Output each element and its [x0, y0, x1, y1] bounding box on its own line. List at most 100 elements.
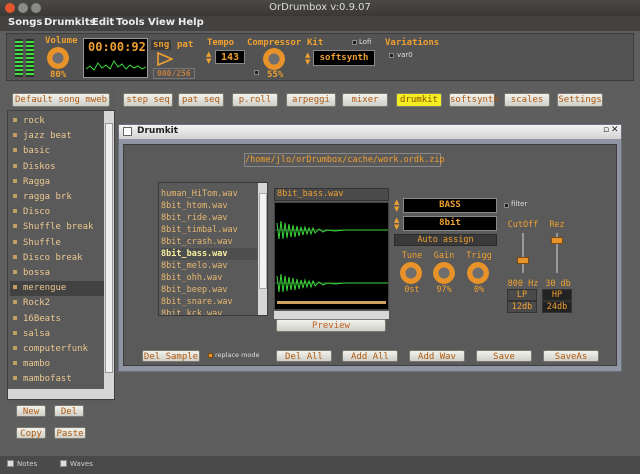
- menu-view[interactable]: View: [148, 17, 175, 28]
- song-list-item[interactable]: bossa: [10, 266, 106, 281]
- song-list-item[interactable]: basic: [10, 144, 106, 159]
- trigg-knob[interactable]: [467, 262, 489, 284]
- delete-all-button[interactable]: Del All: [276, 350, 332, 362]
- preview-button[interactable]: Preview: [276, 319, 386, 332]
- tab-softsynth[interactable]: softsynth: [449, 93, 499, 107]
- tab-scales[interactable]: scales: [504, 93, 550, 107]
- song-list-item[interactable]: Rock2: [10, 296, 106, 311]
- hp-toggle[interactable]: HP: [542, 289, 572, 301]
- song-list-hscrollbar[interactable]: [8, 389, 104, 399]
- compressor-knob[interactable]: [263, 48, 285, 70]
- tune-knob[interactable]: [400, 262, 422, 284]
- tab-settings[interactable]: Settings: [557, 93, 603, 107]
- song-list-scrollbar[interactable]: [104, 111, 114, 399]
- compressor-checkbox[interactable]: [254, 70, 259, 75]
- volume-knob[interactable]: [47, 47, 69, 69]
- lofi-checkbox[interactable]: [352, 40, 357, 45]
- song-list-item[interactable]: Shuffle: [10, 236, 106, 251]
- tempo-value[interactable]: 143: [215, 50, 245, 64]
- rez-slider[interactable]: [551, 237, 563, 244]
- song-list-item[interactable]: jazz beat: [10, 129, 106, 144]
- song-list[interactable]: rock jazz beat basic Diskos Ragga ragga brk Di…: [7, 110, 115, 400]
- song-list-item[interactable]: 16Beats: [10, 312, 106, 327]
- tab-mixer[interactable]: mixer: [342, 93, 388, 107]
- song-mode-toggle[interactable]: sng: [151, 40, 172, 50]
- tab-pat-seq[interactable]: pat seq: [178, 93, 224, 107]
- instrument-spinner[interactable]: ▲ ▼: [394, 199, 402, 213]
- song-list-item[interactable]: rock: [10, 114, 106, 129]
- play-icon[interactable]: [157, 52, 173, 66]
- waveform-display[interactable]: [274, 202, 389, 310]
- song-list-item[interactable]: salsa: [10, 327, 106, 342]
- tab-drumkit[interactable]: drumkit: [396, 93, 442, 107]
- song-list-item[interactable]: Disco break: [10, 251, 106, 266]
- sample-list-item[interactable]: 8bit_timbal.wav: [161, 224, 257, 236]
- delete-song-button[interactable]: Del: [54, 405, 84, 417]
- sample-list-item[interactable]: 8bit_beep.wav: [161, 284, 257, 296]
- auto-assign-button[interactable]: Auto assign: [394, 234, 497, 246]
- replace-mode-checkbox[interactable]: [208, 353, 213, 358]
- kit-value[interactable]: softsynth: [313, 50, 375, 66]
- menu-help[interactable]: Help: [178, 17, 204, 28]
- sample-list-item[interactable]: 8bit_kck.wav: [161, 308, 257, 315]
- save-as-button[interactable]: SaveAs: [543, 350, 599, 362]
- menu-songs[interactable]: Songs: [8, 17, 42, 28]
- menu-drumkits[interactable]: Drumkits: [44, 17, 96, 28]
- sample-list-item[interactable]: 8bit_ohh.wav: [161, 272, 257, 284]
- gain-label: Gain: [433, 251, 455, 261]
- restore-icon[interactable]: ▫: [603, 125, 609, 135]
- sample-scroll-thumb[interactable]: [259, 193, 267, 289]
- sample-list-item[interactable]: human_HiTom.wav: [161, 188, 257, 200]
- pattern-mode-toggle[interactable]: pat: [177, 40, 193, 50]
- wave-hscrollbar[interactable]: [274, 311, 389, 319]
- variation-checkbox[interactable]: [389, 53, 394, 58]
- instrument-name[interactable]: BASS: [403, 198, 497, 213]
- cutoff-slider[interactable]: [517, 257, 529, 264]
- lp-toggle[interactable]: LP: [507, 289, 537, 301]
- sample-list-scrollbar[interactable]: [258, 183, 267, 315]
- close-window-icon[interactable]: ✕: [611, 125, 619, 135]
- slope-24db-toggle[interactable]: 24db: [542, 301, 572, 313]
- filter-checkbox[interactable]: [504, 203, 509, 208]
- kit-spinner[interactable]: ▲ ▼: [305, 52, 313, 66]
- sample-list-item[interactable]: 8bit_melo.wav: [161, 260, 257, 272]
- song-list-item[interactable]: mambo: [10, 357, 106, 372]
- copy-song-button[interactable]: Copy: [16, 427, 46, 439]
- menu-edit[interactable]: Edit: [92, 17, 114, 28]
- song-list-item[interactable]: ragga brk: [10, 190, 106, 205]
- add-wav-button[interactable]: Add Wav: [409, 350, 465, 362]
- tempo-spinner[interactable]: ▲ ▼: [206, 51, 214, 65]
- tempo-label: Tempo: [207, 38, 235, 48]
- sample-list-item[interactable]: 8bit_bass.wav: [161, 248, 257, 260]
- song-list-item[interactable]: Diskos: [10, 160, 106, 175]
- song-list-item[interactable]: computerfunk: [10, 342, 106, 357]
- song-list-item[interactable]: mambofast: [10, 372, 106, 387]
- group-name[interactable]: 8bit: [403, 216, 497, 231]
- save-button[interactable]: Save: [476, 350, 532, 362]
- tab-p-roll[interactable]: p.roll: [232, 93, 278, 107]
- song-header-button[interactable]: Default song mweb: [12, 93, 110, 107]
- song-list-item[interactable]: Disco: [10, 205, 106, 220]
- group-spinner[interactable]: ▲ ▼: [394, 217, 402, 231]
- paste-song-button[interactable]: Paste: [54, 427, 86, 439]
- song-list-item[interactable]: merengue: [10, 281, 106, 297]
- slope-12db-toggle[interactable]: 12db: [507, 301, 537, 313]
- tab-step-seq[interactable]: step seq: [123, 93, 173, 107]
- new-song-button[interactable]: New: [16, 405, 46, 417]
- add-all-button[interactable]: Add All: [342, 350, 398, 362]
- scroll-thumb[interactable]: [105, 123, 113, 373]
- sample-list[interactable]: human_HiTom.wav 8bit_htom.wav 8bit_ride.wa…: [158, 182, 268, 316]
- waves-checkbox[interactable]: [60, 460, 67, 467]
- song-list-item[interactable]: Shuffle break: [10, 220, 106, 235]
- compressor-label: Compressor: [247, 38, 302, 48]
- delete-sample-button[interactable]: Del Sample: [142, 350, 200, 362]
- sample-list-item[interactable]: 8bit_crash.wav: [161, 236, 257, 248]
- sample-list-item[interactable]: 8bit_ride.wav: [161, 212, 257, 224]
- tab-arpeggi[interactable]: arpeggi: [286, 93, 336, 107]
- song-list-item[interactable]: Ragga: [10, 175, 106, 190]
- sample-list-item[interactable]: 8bit_snare.wav: [161, 296, 257, 308]
- sample-list-item[interactable]: 8bit_htom.wav: [161, 200, 257, 212]
- notes-checkbox[interactable]: [7, 460, 14, 467]
- gain-knob[interactable]: [433, 262, 455, 284]
- menu-tools[interactable]: Tools: [116, 17, 145, 28]
